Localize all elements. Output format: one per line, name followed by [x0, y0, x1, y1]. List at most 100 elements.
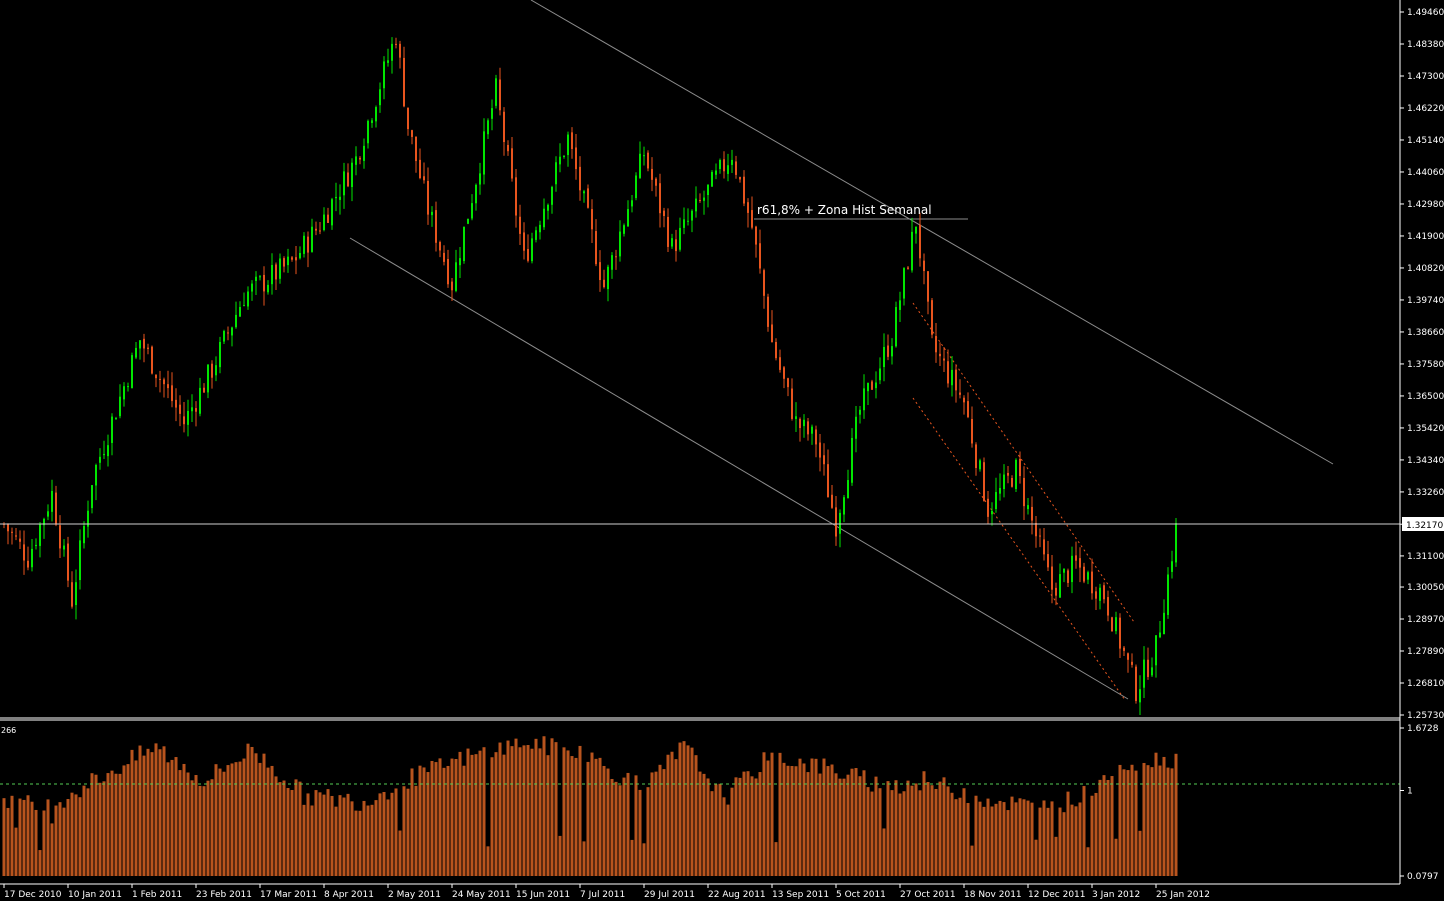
indicator-bar — [566, 750, 570, 876]
candle — [331, 197, 333, 230]
time-tick-label: 27 Oct 2011 — [900, 890, 956, 900]
candle-body — [155, 374, 157, 379]
price-tick-label: 1.45140 — [1407, 136, 1444, 146]
candle-body — [123, 386, 125, 400]
candle-body — [991, 510, 993, 515]
candle-body — [207, 364, 209, 393]
candle-body — [579, 166, 581, 191]
candle-body — [1123, 647, 1125, 651]
indicator-bar — [626, 772, 630, 876]
indicator-bar — [78, 797, 82, 876]
indicator-bar — [70, 792, 74, 876]
indicator-bar — [262, 753, 266, 876]
indicator-bar — [550, 738, 554, 876]
candle-body — [1043, 539, 1045, 555]
indicator-bar — [846, 774, 850, 876]
indicator-bar — [302, 804, 306, 876]
indicator-bar — [1146, 765, 1150, 876]
indicator-bar — [1062, 812, 1066, 876]
indicator-bar — [730, 787, 734, 876]
candle-body — [507, 144, 509, 152]
indicator-bar — [134, 760, 138, 876]
indicator-bar — [1106, 779, 1110, 876]
candle-body — [531, 238, 533, 262]
annotation-label[interactable]: r61,8% + Zona Hist Semanal — [757, 203, 932, 217]
indicator-bar — [326, 789, 330, 876]
candle-body — [763, 270, 765, 296]
candle-body — [267, 284, 269, 293]
candle-body — [383, 61, 385, 89]
indicator-bar — [378, 793, 382, 876]
indicator-bar — [50, 823, 54, 876]
candle-body — [931, 300, 933, 335]
candle-body — [475, 184, 477, 204]
indicator-bar — [234, 762, 238, 876]
candle-body — [411, 130, 413, 137]
indicator-bar — [254, 753, 258, 876]
indicator-bar — [1046, 807, 1050, 876]
candle-body — [555, 162, 557, 185]
candle-body — [835, 507, 837, 537]
candle-body — [667, 216, 669, 247]
indicator-bar — [338, 795, 342, 876]
candle-body — [327, 214, 329, 223]
candle-body — [911, 231, 913, 271]
indicator-bar — [474, 754, 478, 876]
candle-body — [987, 498, 989, 517]
indicator-bar — [622, 777, 626, 876]
price-tick-label: 1.49460 — [1407, 8, 1444, 18]
indicator-bar — [242, 758, 246, 876]
candle-body — [415, 136, 417, 162]
indicator-bar — [54, 805, 58, 876]
indicator-name: 266 — [1, 726, 16, 735]
indicator-bar — [710, 791, 714, 876]
indicator-bar — [1122, 769, 1126, 876]
indicator-bar — [1006, 810, 1010, 876]
candle-body — [715, 170, 717, 175]
indicator-bar — [22, 799, 26, 876]
indicator-bar — [598, 757, 602, 876]
candle-body — [95, 464, 97, 486]
candle-body — [875, 382, 877, 389]
indicator-bar — [654, 771, 658, 876]
indicator-bar — [126, 764, 130, 876]
chart-window[interactable]: 1.49460 1.48380 1.47300 1.46220 1.45140 1.440… — [0, 0, 1444, 901]
indicator-bar — [66, 799, 70, 876]
indicator-bar — [886, 781, 890, 876]
time-tick-label: 17 Mar 2011 — [260, 890, 317, 900]
candle-body — [687, 220, 689, 222]
time-tick-label: 2 May 2011 — [388, 890, 441, 900]
indicator-bar — [850, 768, 854, 876]
indicator-bar — [454, 758, 458, 876]
candle-body — [1159, 632, 1161, 638]
indicator-bar — [858, 776, 862, 876]
indicator-bar — [394, 788, 398, 876]
indicator-bar — [894, 780, 898, 876]
candle-body — [747, 202, 749, 213]
indicator-bar — [518, 747, 522, 876]
indicator-bar — [1086, 847, 1090, 876]
candle — [767, 293, 769, 332]
candle-body — [259, 276, 261, 278]
candle-body — [291, 257, 293, 260]
candle-body — [511, 148, 513, 179]
indicator-bar — [838, 778, 842, 876]
indicator-bar — [658, 764, 662, 876]
indicator-bar — [46, 799, 50, 876]
candle — [1167, 567, 1169, 619]
candle-body — [163, 379, 165, 385]
indicator-bar — [950, 792, 954, 876]
indicator-bar — [806, 772, 810, 876]
indicator-bar — [98, 782, 102, 876]
indicator-bar — [786, 765, 790, 876]
time-tick-label: 22 Aug 2011 — [708, 890, 766, 900]
indicator-bar — [554, 742, 558, 876]
candle-body — [387, 60, 389, 63]
indicator-bar — [614, 781, 618, 876]
candle-body — [787, 378, 789, 388]
candle-body — [399, 43, 401, 58]
candle-body — [359, 157, 361, 160]
indicator-bar — [898, 793, 902, 876]
time-tick-label: 18 Nov 2011 — [964, 890, 1022, 900]
price-tick-label: 1.48380 — [1407, 40, 1444, 50]
